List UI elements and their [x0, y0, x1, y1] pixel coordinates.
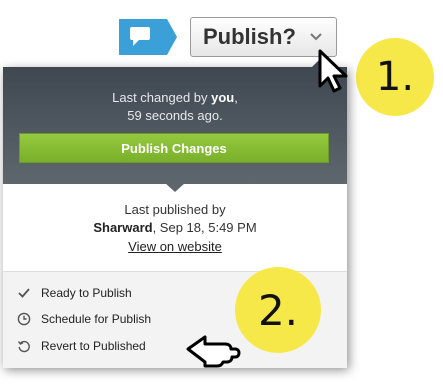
comment-button[interactable] — [117, 17, 179, 57]
panel-header-pointer — [165, 183, 185, 192]
publish-dropdown-button[interactable]: Publish? — [190, 17, 337, 57]
mouse-pointer-icon — [318, 49, 348, 93]
last-changed-time: 59 seconds ago. — [127, 108, 223, 123]
last-published-label: Last published by — [124, 202, 226, 217]
checkmark-icon — [18, 288, 30, 298]
last-changed-prefix: Last changed by — [112, 90, 208, 105]
view-on-website-row: View on website — [3, 239, 347, 254]
schedule-for-publish-label: Schedule for Publish — [41, 312, 152, 326]
ready-to-publish-label: Ready to Publish — [41, 286, 132, 300]
publish-changes-button[interactable]: Publish Changes — [19, 133, 329, 163]
published-by-user: Sharward — [93, 220, 153, 235]
revert-icon — [17, 340, 30, 353]
ready-to-publish-item[interactable]: Ready to Publish — [17, 283, 132, 303]
last-changed-text: Last changed by you, — [3, 90, 347, 105]
chevron-down-icon — [310, 33, 322, 41]
publish-button-label: Publish? — [203, 24, 296, 49]
speech-bubble-icon — [119, 19, 177, 55]
clock-icon — [17, 312, 31, 326]
published-by-text: Sharward, Sep 18, 5:49 PM — [3, 220, 347, 235]
step-2-badge: 2. — [235, 267, 321, 353]
step-1-badge: 1. — [356, 38, 434, 116]
last-changed-suffix: , — [234, 90, 238, 105]
revert-to-published-item[interactable]: Revert to Published — [17, 336, 146, 356]
last-changed-user: you — [211, 90, 235, 105]
revert-to-published-label: Revert to Published — [41, 339, 146, 353]
pointing-hand-icon — [186, 335, 241, 368]
published-date: , Sep 18, 5:49 PM — [152, 220, 257, 235]
view-on-website-link[interactable]: View on website — [128, 239, 222, 254]
panel-header: Last changed by you, 59 seconds ago. Pub… — [3, 67, 347, 184]
schedule-for-publish-item[interactable]: Schedule for Publish — [17, 309, 151, 329]
